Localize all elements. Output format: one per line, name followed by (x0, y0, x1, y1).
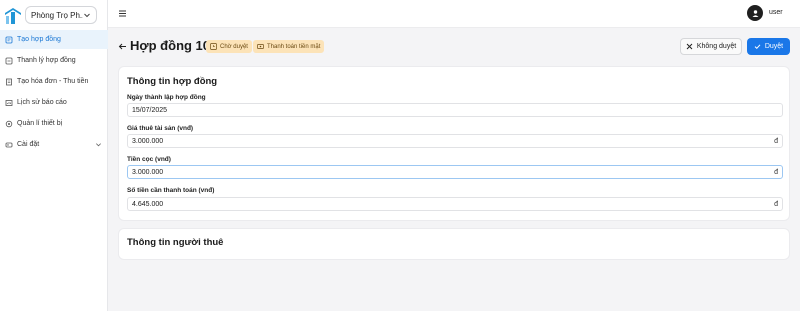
deposit-field[interactable]: 3.000.000 đ (127, 165, 783, 179)
sidebar: Phòng Trọ Ph... Tạo hợp đồng Thanh lý hợ… (0, 0, 108, 311)
sidebar-item-device-management[interactable]: Quản lí thiết bị (0, 114, 108, 133)
sidebar-item-liquidate-contract[interactable]: Thanh lý hợp đồng (0, 51, 108, 70)
property-select-label: Phòng Trọ Ph... (31, 10, 83, 20)
sidebar-item-label: Tạo hóa đơn - Thu tiền (17, 78, 89, 85)
app-logo-icon (5, 8, 21, 24)
field-value: 4.645.000 (132, 200, 164, 208)
cash-icon (257, 44, 264, 49)
reject-button[interactable]: Không duyệt (680, 38, 742, 55)
invoice-icon (6, 78, 12, 85)
menu-icon[interactable] (118, 9, 127, 18)
user-icon (752, 9, 758, 17)
status-badge: Chờ duyệt (206, 40, 252, 53)
card-title: Thông tin người thuê (127, 237, 224, 248)
close-icon (686, 43, 693, 50)
sidebar-item-create-invoice[interactable]: Tạo hóa đơn - Thu tiền (0, 72, 108, 91)
chevron-down-icon (96, 143, 101, 147)
sidebar-item-label: Quản lí thiết bị (17, 120, 63, 127)
history-icon (5, 99, 13, 106)
approve-button[interactable]: Duyệt (747, 38, 790, 55)
page-header: Hợp đồng 104 Chờ duyệt Thanh toán tiền m… (118, 38, 790, 56)
tenant-info-card: Thông tin người thuê (118, 228, 790, 260)
currency-unit: đ (774, 137, 778, 145)
amount-due-label: Số tiền cần thanh toán (vnđ) (127, 187, 215, 194)
contract-info-card: Thông tin hợp đồng Ngày thành lập hợp đồ… (118, 66, 790, 221)
payment-badge: Thanh toán tiền mặt (253, 40, 325, 53)
field-value: 3.000.000 (132, 168, 164, 176)
property-select[interactable]: Phòng Trọ Ph... (25, 6, 97, 24)
clock-icon (210, 43, 217, 50)
status-badge-label: Chờ duyệt (220, 43, 248, 50)
reject-button-label: Không duyệt (696, 43, 737, 50)
deposit-label: Tiền cọc (vnđ) (127, 156, 171, 163)
sidebar-item-create-contract[interactable]: Tạo hợp đồng (0, 30, 108, 49)
currency-unit: đ (774, 168, 778, 176)
payment-badge-label: Thanh toán tiền mặt (267, 43, 321, 50)
rent-price-label: Giá thuê tài sản (vnđ) (127, 125, 194, 132)
sidebar-item-settings[interactable]: Cài đặt (0, 135, 108, 154)
field-value: 15/07/2025 (132, 106, 168, 114)
topbar: user (108, 0, 800, 28)
sidebar-item-label: Tạo hợp đồng (17, 36, 61, 43)
back-arrow-icon[interactable] (118, 42, 127, 51)
sidebar-nav: Tạo hợp đồng Thanh lý hợp đồng Tạo hóa đ… (0, 30, 108, 156)
chevron-down-icon (84, 13, 90, 18)
contract-icon (5, 36, 13, 43)
rent-price-field[interactable]: 3.000.000 đ (127, 134, 783, 148)
liquidation-icon (5, 57, 13, 64)
card-title: Thông tin hợp đồng (127, 76, 218, 87)
field-value: 3.000.000 (132, 137, 164, 145)
contract-date-field[interactable]: 15/07/2025 (127, 103, 783, 117)
check-icon (754, 44, 761, 50)
approve-button-label: Duyệt (764, 43, 784, 50)
sidebar-item-report-history[interactable]: Lịch sử báo cáo (0, 93, 108, 112)
user-name[interactable]: user (769, 9, 783, 16)
page-title: Hợp đồng 104 (130, 38, 218, 53)
avatar[interactable] (747, 5, 763, 21)
settings-icon (5, 142, 13, 147)
amount-due-field[interactable]: 4.645.000 đ (127, 197, 783, 211)
contract-date-label: Ngày thành lập hợp đồng (127, 94, 206, 101)
sidebar-item-label: Cài đặt (17, 141, 40, 148)
sidebar-item-label: Thanh lý hợp đồng (17, 57, 76, 64)
sidebar-item-label: Lịch sử báo cáo (17, 99, 67, 106)
currency-unit: đ (774, 200, 778, 208)
device-icon (5, 120, 13, 127)
